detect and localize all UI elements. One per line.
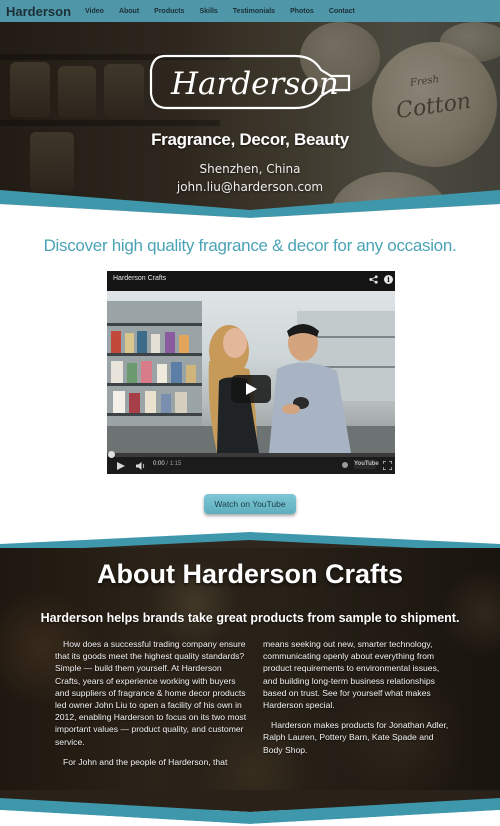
info-icon[interactable]: i — [384, 275, 393, 284]
nav-link-skills[interactable]: Skills — [200, 8, 218, 15]
about-bottom-wave-divider — [0, 790, 500, 826]
time-separator: / — [166, 461, 169, 467]
about-paragraph: For John and the people of Harderson, th… — [63, 756, 228, 767]
youtube-video-player[interactable]: Harderson Crafts i 0:00 / 1:15 YouTube — [107, 271, 395, 474]
about-title: About Harderson Crafts — [96, 559, 404, 589]
nav-link-about[interactable]: About — [119, 8, 139, 15]
nav-links: Video About Products Skills Testimonials… — [85, 8, 355, 15]
location-text: Shenzhen, China — [199, 162, 301, 176]
progress-bar[interactable] — [107, 451, 395, 458]
progress-handle[interactable] — [108, 451, 115, 458]
nav-link-products[interactable]: Products — [154, 8, 184, 15]
settings-icon[interactable] — [342, 462, 348, 468]
brand-logo[interactable]: Harderson — [6, 4, 85, 19]
watch-on-youtube-button[interactable]: Watch on YouTube — [204, 494, 296, 514]
bottle-outline-icon: Harderson — [149, 54, 351, 110]
about-paragraph: How does a successful trading company en… — [55, 639, 247, 747]
logo-text: Harderson — [170, 66, 339, 102]
top-navbar: Harderson Video About Products Skills Te… — [0, 0, 500, 22]
nav-link-testimonials[interactable]: Testimonials — [233, 8, 275, 15]
about-subtitle: Harderson helps brands take great produc… — [40, 611, 460, 625]
video-headline: Discover high quality fragrance & decor … — [43, 236, 457, 255]
total-time: 1:15 — [169, 461, 182, 467]
time-display: 0:00 / 1:15 — [153, 461, 181, 467]
video-thumbnail — [107, 291, 395, 453]
video-title-bar: Harderson Crafts i — [107, 271, 395, 291]
harderson-bottle-logo: Harderson — [0, 50, 500, 114]
about-paragraph: Harderson makes products for Jonathan Ad… — [263, 720, 449, 755]
video-title[interactable]: Harderson Crafts — [113, 275, 166, 282]
hero-wave-divider — [0, 190, 500, 222]
video-controls: 0:00 / 1:15 YouTube — [107, 451, 395, 474]
nav-link-video[interactable]: Video — [85, 8, 104, 15]
video-frame-illustration — [107, 301, 395, 453]
about-left-column: How does a successful trading company en… — [55, 638, 247, 776]
volume-icon[interactable] — [136, 462, 146, 470]
youtube-logo[interactable]: YouTube — [354, 460, 379, 469]
about-right-column: means seeking out new, smarter technolog… — [263, 638, 455, 764]
play-control-icon[interactable] — [117, 462, 125, 470]
about-paragraph: means seeking out new, smarter technolog… — [263, 639, 440, 711]
nav-link-photos[interactable]: Photos — [290, 8, 314, 15]
nav-link-contact[interactable]: Contact — [329, 8, 355, 15]
share-icon[interactable] — [369, 275, 378, 284]
current-time: 0:00 — [153, 461, 165, 467]
about-section: About Harderson Crafts Harderson helps b… — [0, 548, 500, 810]
play-button[interactable] — [231, 375, 271, 403]
tagline: Fragrance, Decor, Beauty — [151, 130, 349, 149]
play-icon — [246, 383, 257, 395]
fullscreen-icon[interactable] — [383, 461, 392, 470]
